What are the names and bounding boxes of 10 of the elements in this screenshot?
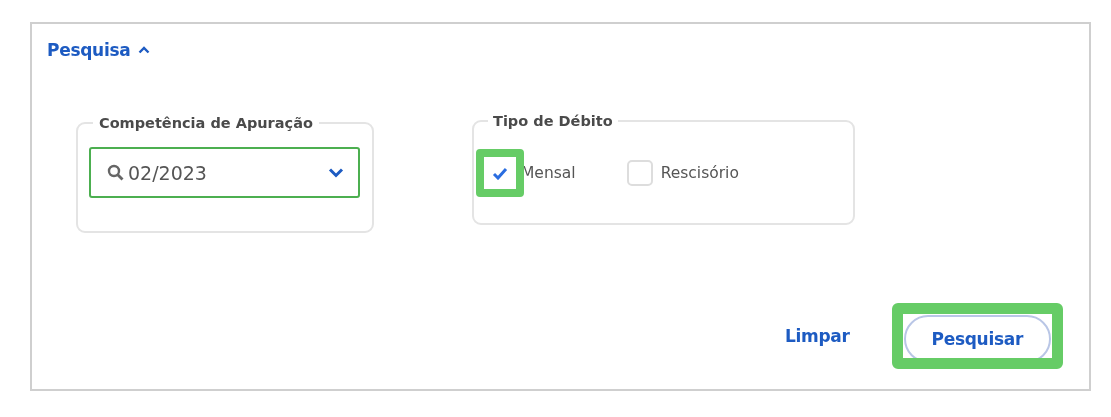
checkbox[interactable] bbox=[626, 160, 653, 186]
field-label: Competência de Apuração bbox=[98, 115, 314, 131]
chevron-icon[interactable] bbox=[138, 46, 151, 54]
checkbox-label[interactable]: Rescisório bbox=[660, 164, 739, 182]
search-icon bbox=[107, 164, 124, 181]
section-title[interactable]: Pesquisa bbox=[47, 40, 131, 60]
chevron-down-icon[interactable] bbox=[328, 167, 344, 178]
checkmark-icon bbox=[492, 166, 508, 180]
field-label: Tipo de Débito bbox=[492, 113, 614, 129]
date-select-field[interactable]: 02/2023 bbox=[89, 147, 360, 198]
